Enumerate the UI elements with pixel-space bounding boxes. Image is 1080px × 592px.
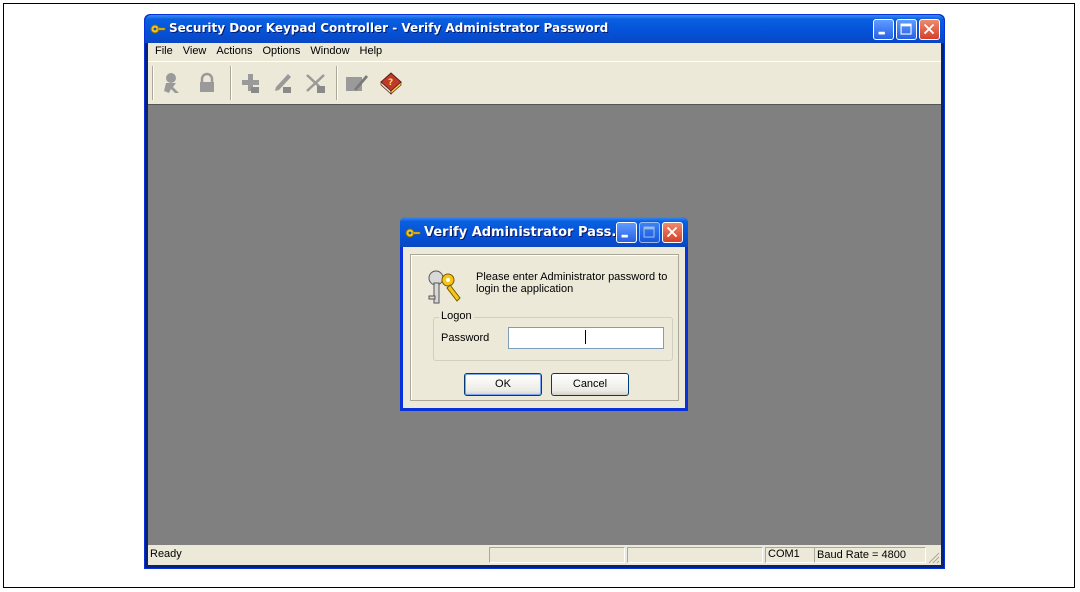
- menu-help[interactable]: Help: [355, 43, 388, 60]
- maximize-button[interactable]: [896, 19, 917, 40]
- toolbar-separator: [336, 66, 338, 100]
- keypad-icon: [346, 75, 368, 91]
- dialog-title: Verify Administrator Pass...: [424, 225, 627, 240]
- verify-password-dialog: Verify Administrator Pass... Please ente…: [400, 217, 688, 411]
- dialog-maximize-button: [639, 222, 660, 243]
- resize-grip-icon[interactable]: [928, 552, 940, 564]
- status-pane-empty: [489, 547, 625, 563]
- menu-actions[interactable]: Actions: [211, 43, 257, 60]
- dialog-prompt: Please enter Administrator password to l…: [476, 271, 668, 295]
- status-pane-empty: [627, 547, 763, 563]
- main-titlebar[interactable]: Security Door Keypad Controller - Verify…: [145, 15, 944, 43]
- dialog-minimize-button[interactable]: [616, 222, 637, 243]
- statusbar: Ready COM1 Baud Rate = 4800: [148, 545, 941, 565]
- status-baud: Baud Rate = 4800: [814, 547, 926, 563]
- text-caret: [585, 330, 586, 344]
- password-label: Password: [441, 332, 490, 344]
- menu-file[interactable]: File: [150, 43, 178, 60]
- menubar: File View Actions Options Window Help: [148, 43, 941, 60]
- dialog-titlebar[interactable]: Verify Administrator Pass...: [400, 217, 688, 247]
- ok-button[interactable]: OK: [464, 373, 542, 396]
- toolbar-separator: [230, 66, 232, 100]
- logon-group-label: Logon: [439, 310, 474, 322]
- svg-text:?: ?: [388, 78, 393, 88]
- help-book-icon: ?: [380, 72, 402, 95]
- keypad-toolbar-button[interactable]: [342, 68, 372, 98]
- logon-groupbox: Logon Password: [433, 310, 673, 361]
- lock-icon: [200, 72, 214, 92]
- add-icon: [242, 74, 259, 93]
- menu-view[interactable]: View: [178, 43, 212, 60]
- menu-options[interactable]: Options: [257, 43, 305, 60]
- app-keys-icon: [150, 21, 166, 40]
- toolbar-grip: [152, 66, 154, 100]
- main-window-title: Security Door Keypad Controller - Verify…: [169, 21, 609, 35]
- edit-toolbar-button[interactable]: [268, 68, 298, 98]
- add-toolbar-button[interactable]: [236, 68, 266, 98]
- menu-window[interactable]: Window: [305, 43, 354, 60]
- keys-icon: [428, 270, 461, 304]
- edit-icon: [275, 74, 291, 93]
- status-ready: Ready: [150, 548, 182, 560]
- close-button[interactable]: [919, 19, 940, 40]
- user-toolbar-button[interactable]: [158, 68, 188, 98]
- dialog-close-button[interactable]: [662, 222, 683, 243]
- dialog-panel: Please enter Administrator password to l…: [410, 254, 679, 401]
- help-toolbar-button[interactable]: ?: [376, 68, 406, 98]
- dialog-app-icon: [405, 225, 421, 244]
- toolbar: ?: [148, 61, 941, 105]
- minimize-button[interactable]: [873, 19, 894, 40]
- status-port: COM1: [768, 548, 800, 560]
- delete-icon: [306, 74, 325, 93]
- cancel-button[interactable]: Cancel: [551, 373, 629, 396]
- password-field[interactable]: [508, 327, 664, 349]
- dialog-client: Please enter Administrator password to l…: [403, 247, 685, 408]
- user-icon: [164, 73, 179, 93]
- delete-toolbar-button[interactable]: [301, 68, 331, 98]
- lock-toolbar-button[interactable]: [192, 68, 222, 98]
